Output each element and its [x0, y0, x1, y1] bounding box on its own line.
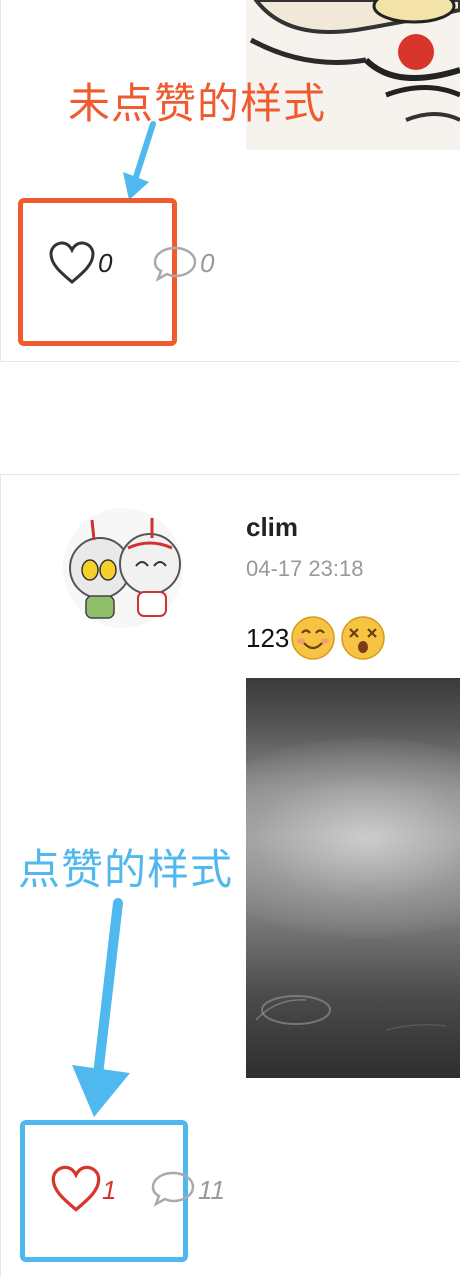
smiling-face-emoji-icon: [291, 616, 336, 660]
card-divider: [0, 361, 460, 362]
post-text: 123: [246, 622, 290, 653]
post-timestamp: 04-17 23:18: [246, 556, 364, 581]
like-count: 0: [98, 248, 113, 278]
heart-outline-icon: [49, 241, 95, 284]
like-button-liked[interactable]: [50, 1164, 102, 1214]
heart-filled-outline-icon: [51, 1165, 101, 1212]
dizzy-face-emoji-icon: [341, 616, 386, 660]
orange-arrow: [123, 121, 156, 200]
blue-arrow: [72, 898, 130, 1117]
card-border-left: [0, 474, 1, 1276]
comment-count: 11: [198, 1175, 225, 1205]
comment-bubble-icon: [151, 1171, 195, 1207]
unliked-style-annotation: 未点赞的样式: [68, 79, 327, 128]
like-button-unliked[interactable]: [48, 240, 96, 286]
comment-button[interactable]: [150, 1170, 196, 1208]
like-count: 1: [102, 1175, 117, 1205]
avatar[interactable]: [56, 508, 190, 628]
comment-count: 0: [200, 248, 215, 278]
comment-bubble-icon: [153, 246, 197, 282]
post-image[interactable]: [246, 678, 460, 1078]
card-border-left: [0, 0, 1, 362]
card-divider: [0, 474, 460, 475]
liked-style-annotation: 点赞的样式: [18, 845, 234, 894]
username[interactable]: clim: [246, 512, 298, 543]
comment-button[interactable]: [152, 245, 198, 283]
post-text-row: 123: [246, 614, 386, 662]
